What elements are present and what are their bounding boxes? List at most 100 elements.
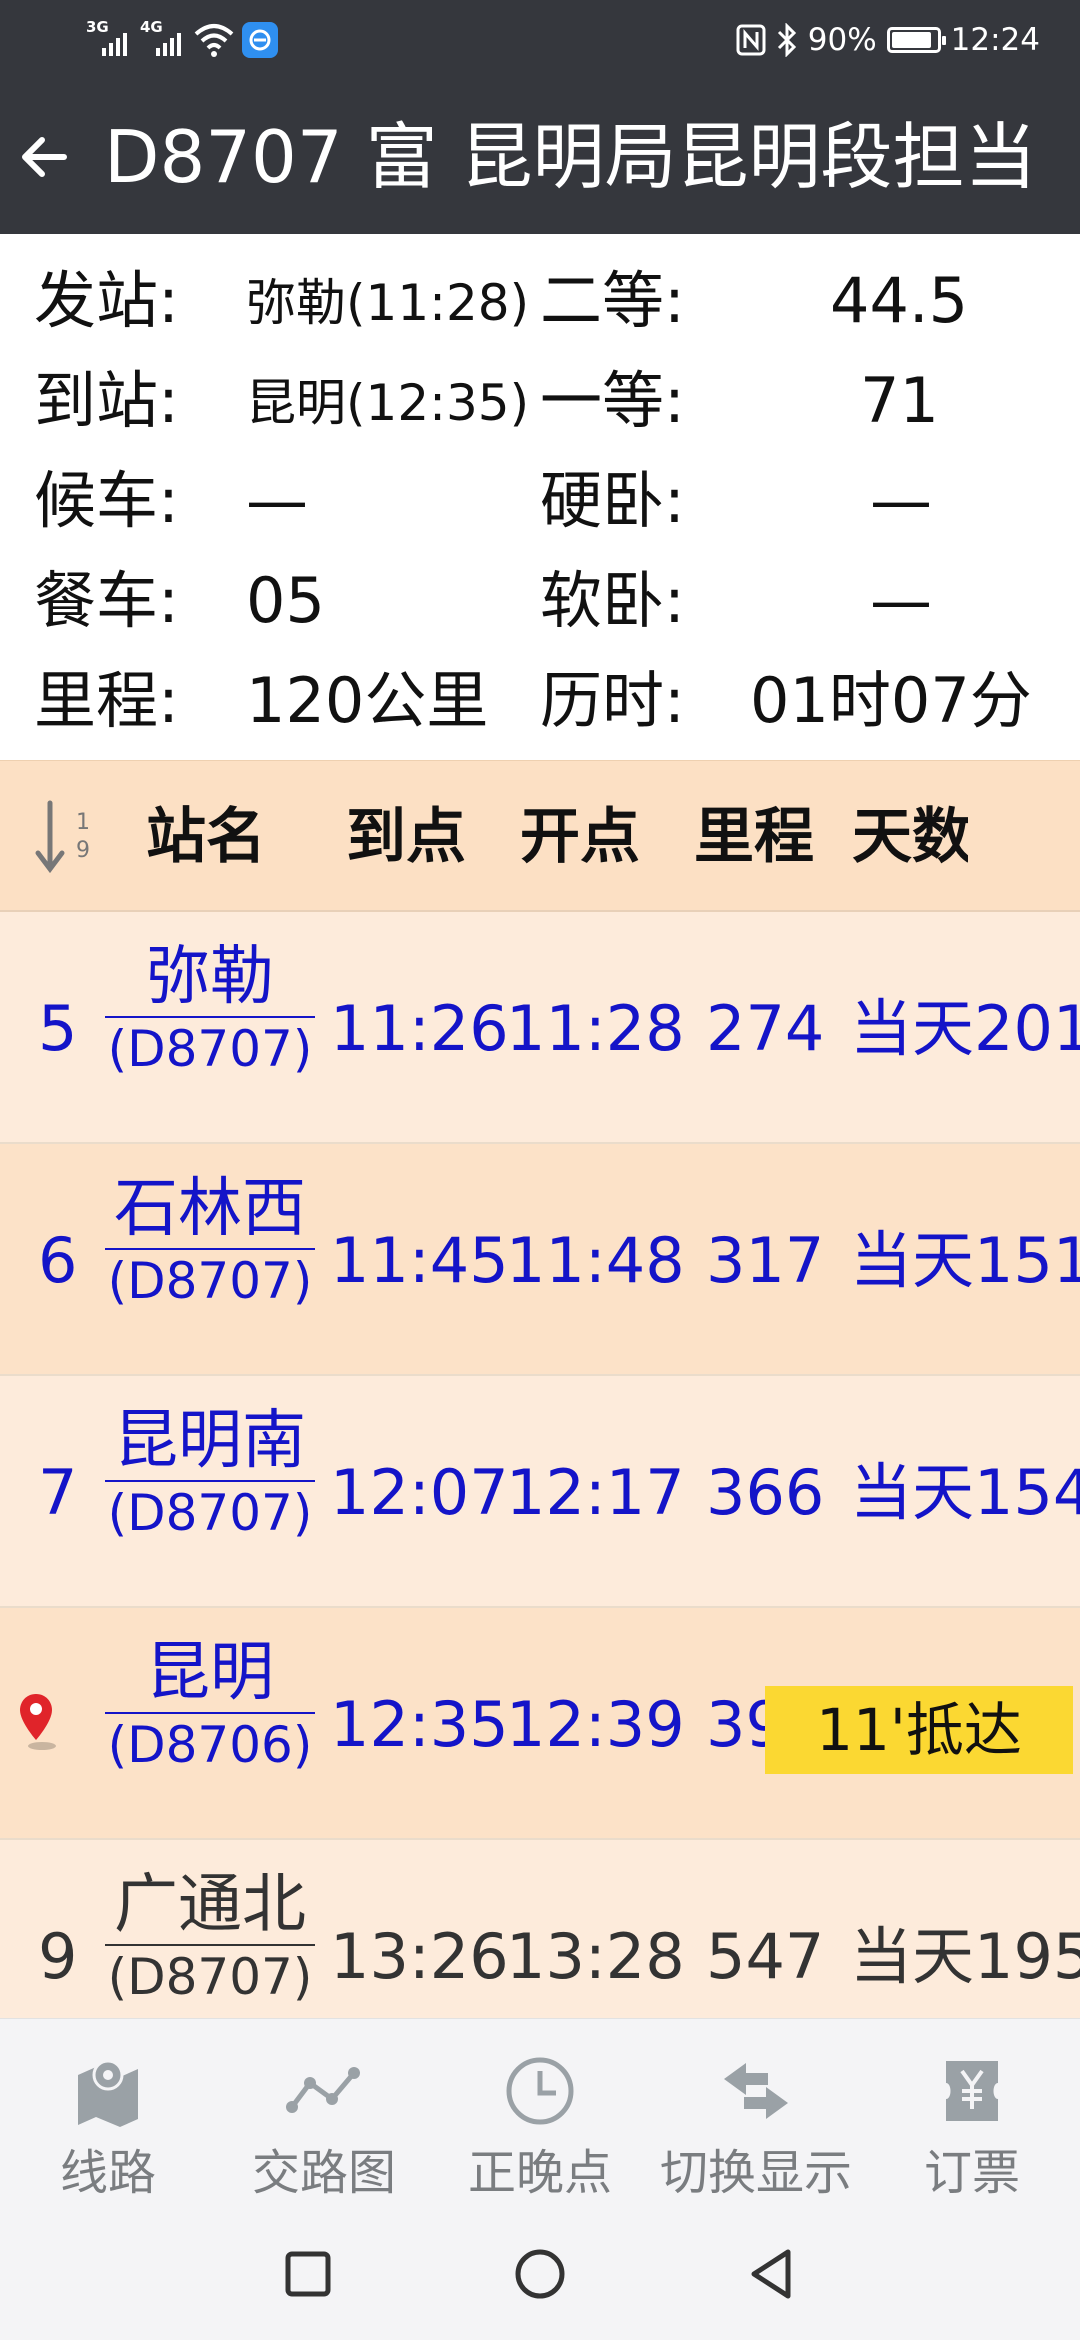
station-cell[interactable]: 石林西 (D8707) [100,1170,320,1312]
row-number: 7 [38,1456,78,1529]
station-cell[interactable]: 昆明南 (D8707) [100,1402,320,1544]
route-graph-icon [286,2067,360,2113]
train-info-panel: 发站: 弥勒(11:28) 到站: 昆明(12:35) 候车: — 餐车: 05… [0,234,1080,760]
arrive-time: 11:26 [330,992,509,1065]
system-navigation-bar [0,2204,1080,2340]
station-cell[interactable]: 弥勒 (D8707) [100,938,320,1080]
day-info: 当天154 [850,1456,1080,1529]
distance-km: 274 [706,992,825,1065]
station-name: 石林西 [114,1172,306,1246]
bottom-navigation: 线路 交路图 正晚点 切换显示 订票 [0,2018,1080,2204]
duration-label: 历时: [540,664,685,737]
page-title: D8707 富 昆明局昆明段担当 [104,115,1037,199]
distance-km: 366 [706,1456,825,1529]
distance-value: 120公里 [246,664,489,737]
station-name: 昆明南 [114,1404,306,1478]
train-number: (D8707) [107,1948,313,2006]
second-class-label: 二等: [540,264,685,337]
app-header: D8707 富 昆明局昆明段担当 [0,80,1080,234]
nav-delay[interactable]: 正晚点 [432,2019,648,2205]
table-row[interactable]: 7 昆明南 (D8707) 12:07 12:17 366 当天154 [0,1376,1080,1608]
station-cell[interactable]: 昆明 (D8706) [100,1634,320,1776]
table-row[interactable]: 5 弥勒 (D8707) 11:26 11:28 274 当天201 [0,912,1080,1144]
col-arrive[interactable]: 到点 [346,761,466,913]
from-station-value: 弥勒(11:28) [246,274,530,332]
depart-time: 12:17 [506,1456,685,1529]
table-row[interactable]: 6 石林西 (D8707) 11:45 11:48 317 当天151 [0,1144,1080,1376]
sim1-signal-icon: 3G [86,20,132,60]
svg-text:9: 9 [76,838,90,863]
day-info: 当天201 [850,992,1080,1065]
station-name: 昆明 [146,1636,274,1710]
arrive-time: 13:26 [330,1920,509,1993]
map-icon [78,2059,138,2127]
timetable-header: 1 9 站名 到点 开点 里程 天数 [0,760,1080,912]
to-station-value: 昆明(12:35) [246,374,530,432]
from-station-label: 发站: [34,264,179,337]
dining-car-label: 餐车: [34,564,179,637]
sim2-signal-icon: 4G [140,20,186,60]
train-number: (D8707) [107,1020,313,1078]
waiting-value: — [246,464,308,537]
station-name: 弥勒 [146,940,274,1014]
clock-icon [506,2057,574,2125]
col-depart[interactable]: 开点 [520,761,640,913]
row-number: 6 [38,1224,78,1297]
to-station-label: 到站: [34,364,179,437]
home-icon[interactable] [510,2244,570,2304]
soft-sleeper-label: 软卧: [540,564,685,637]
nav-ticket-label: 订票 [923,2145,1020,2201]
bluetooth-icon [777,23,796,57]
ticket-icon [946,2061,998,2121]
station-name: 广通北 [114,1868,306,1942]
first-class-price: 71 [860,364,939,437]
location-pin-icon [20,1694,56,1750]
distance-km: 547 [706,1920,825,1993]
depart-time: 13:28 [506,1920,685,1993]
train-number: (D8706) [107,1716,313,1774]
depart-time: 11:28 [506,992,685,1065]
soft-sleeper-price: — [870,564,932,637]
status-right: 90% 12:24 [736,18,1040,62]
nav-switch-display-label: 切换显示 [659,2145,852,2201]
back-arrow-icon [22,137,67,177]
swap-icon [724,2063,788,2119]
day-info: 当天151 [850,1224,1080,1297]
distance-km: 317 [706,1224,825,1297]
depart-time: 12:39 [506,1688,685,1761]
nfc-icon [736,24,766,56]
row-number: 9 [38,1920,78,1993]
status-left: 3G 4G [86,18,278,62]
distance-label: 里程: [34,664,179,737]
first-class-label: 一等: [540,364,685,437]
app-notification-icon [242,22,278,58]
arrive-time: 12:07 [330,1456,509,1529]
back-nav-icon[interactable] [742,2244,802,2304]
col-days[interactable]: 天数 [852,761,968,913]
arrive-time: 11:45 [330,1224,509,1297]
depart-time: 11:48 [506,1224,685,1297]
sort-order-icon[interactable]: 1 9 [34,799,100,879]
table-row-current[interactable]: 昆明 (D8706) 12:35 12:39 39 11'抵达 [0,1608,1080,1840]
arrival-countdown-badge: 11'抵达 [765,1686,1073,1774]
second-class-price: 44.5 [830,264,969,337]
battery-icon [886,27,946,53]
duration-value: 01时07分 [750,664,1032,737]
col-distance[interactable]: 里程 [694,761,814,913]
status-bar: 3G 4G 90% 12:24 [0,0,1080,80]
nav-route-label: 线路 [59,2145,156,2201]
station-cell[interactable]: 广通北 (D8707) [100,1866,320,2008]
svg-text:1: 1 [76,810,90,835]
nav-route[interactable]: 线路 [0,2019,216,2205]
back-button[interactable] [16,122,72,192]
col-station[interactable]: 站名 [146,761,266,913]
wifi-icon [194,24,234,57]
train-number: (D8707) [107,1484,313,1542]
nav-route-graph[interactable]: 交路图 [216,2019,432,2205]
nav-switch-display[interactable]: 切换显示 [648,2019,864,2205]
dining-car-value: 05 [246,564,325,637]
train-number: (D8707) [107,1252,313,1310]
nav-ticket[interactable]: 订票 [864,2019,1080,2205]
battery-percent: 90% [807,22,877,58]
recent-apps-icon[interactable] [278,2244,338,2304]
